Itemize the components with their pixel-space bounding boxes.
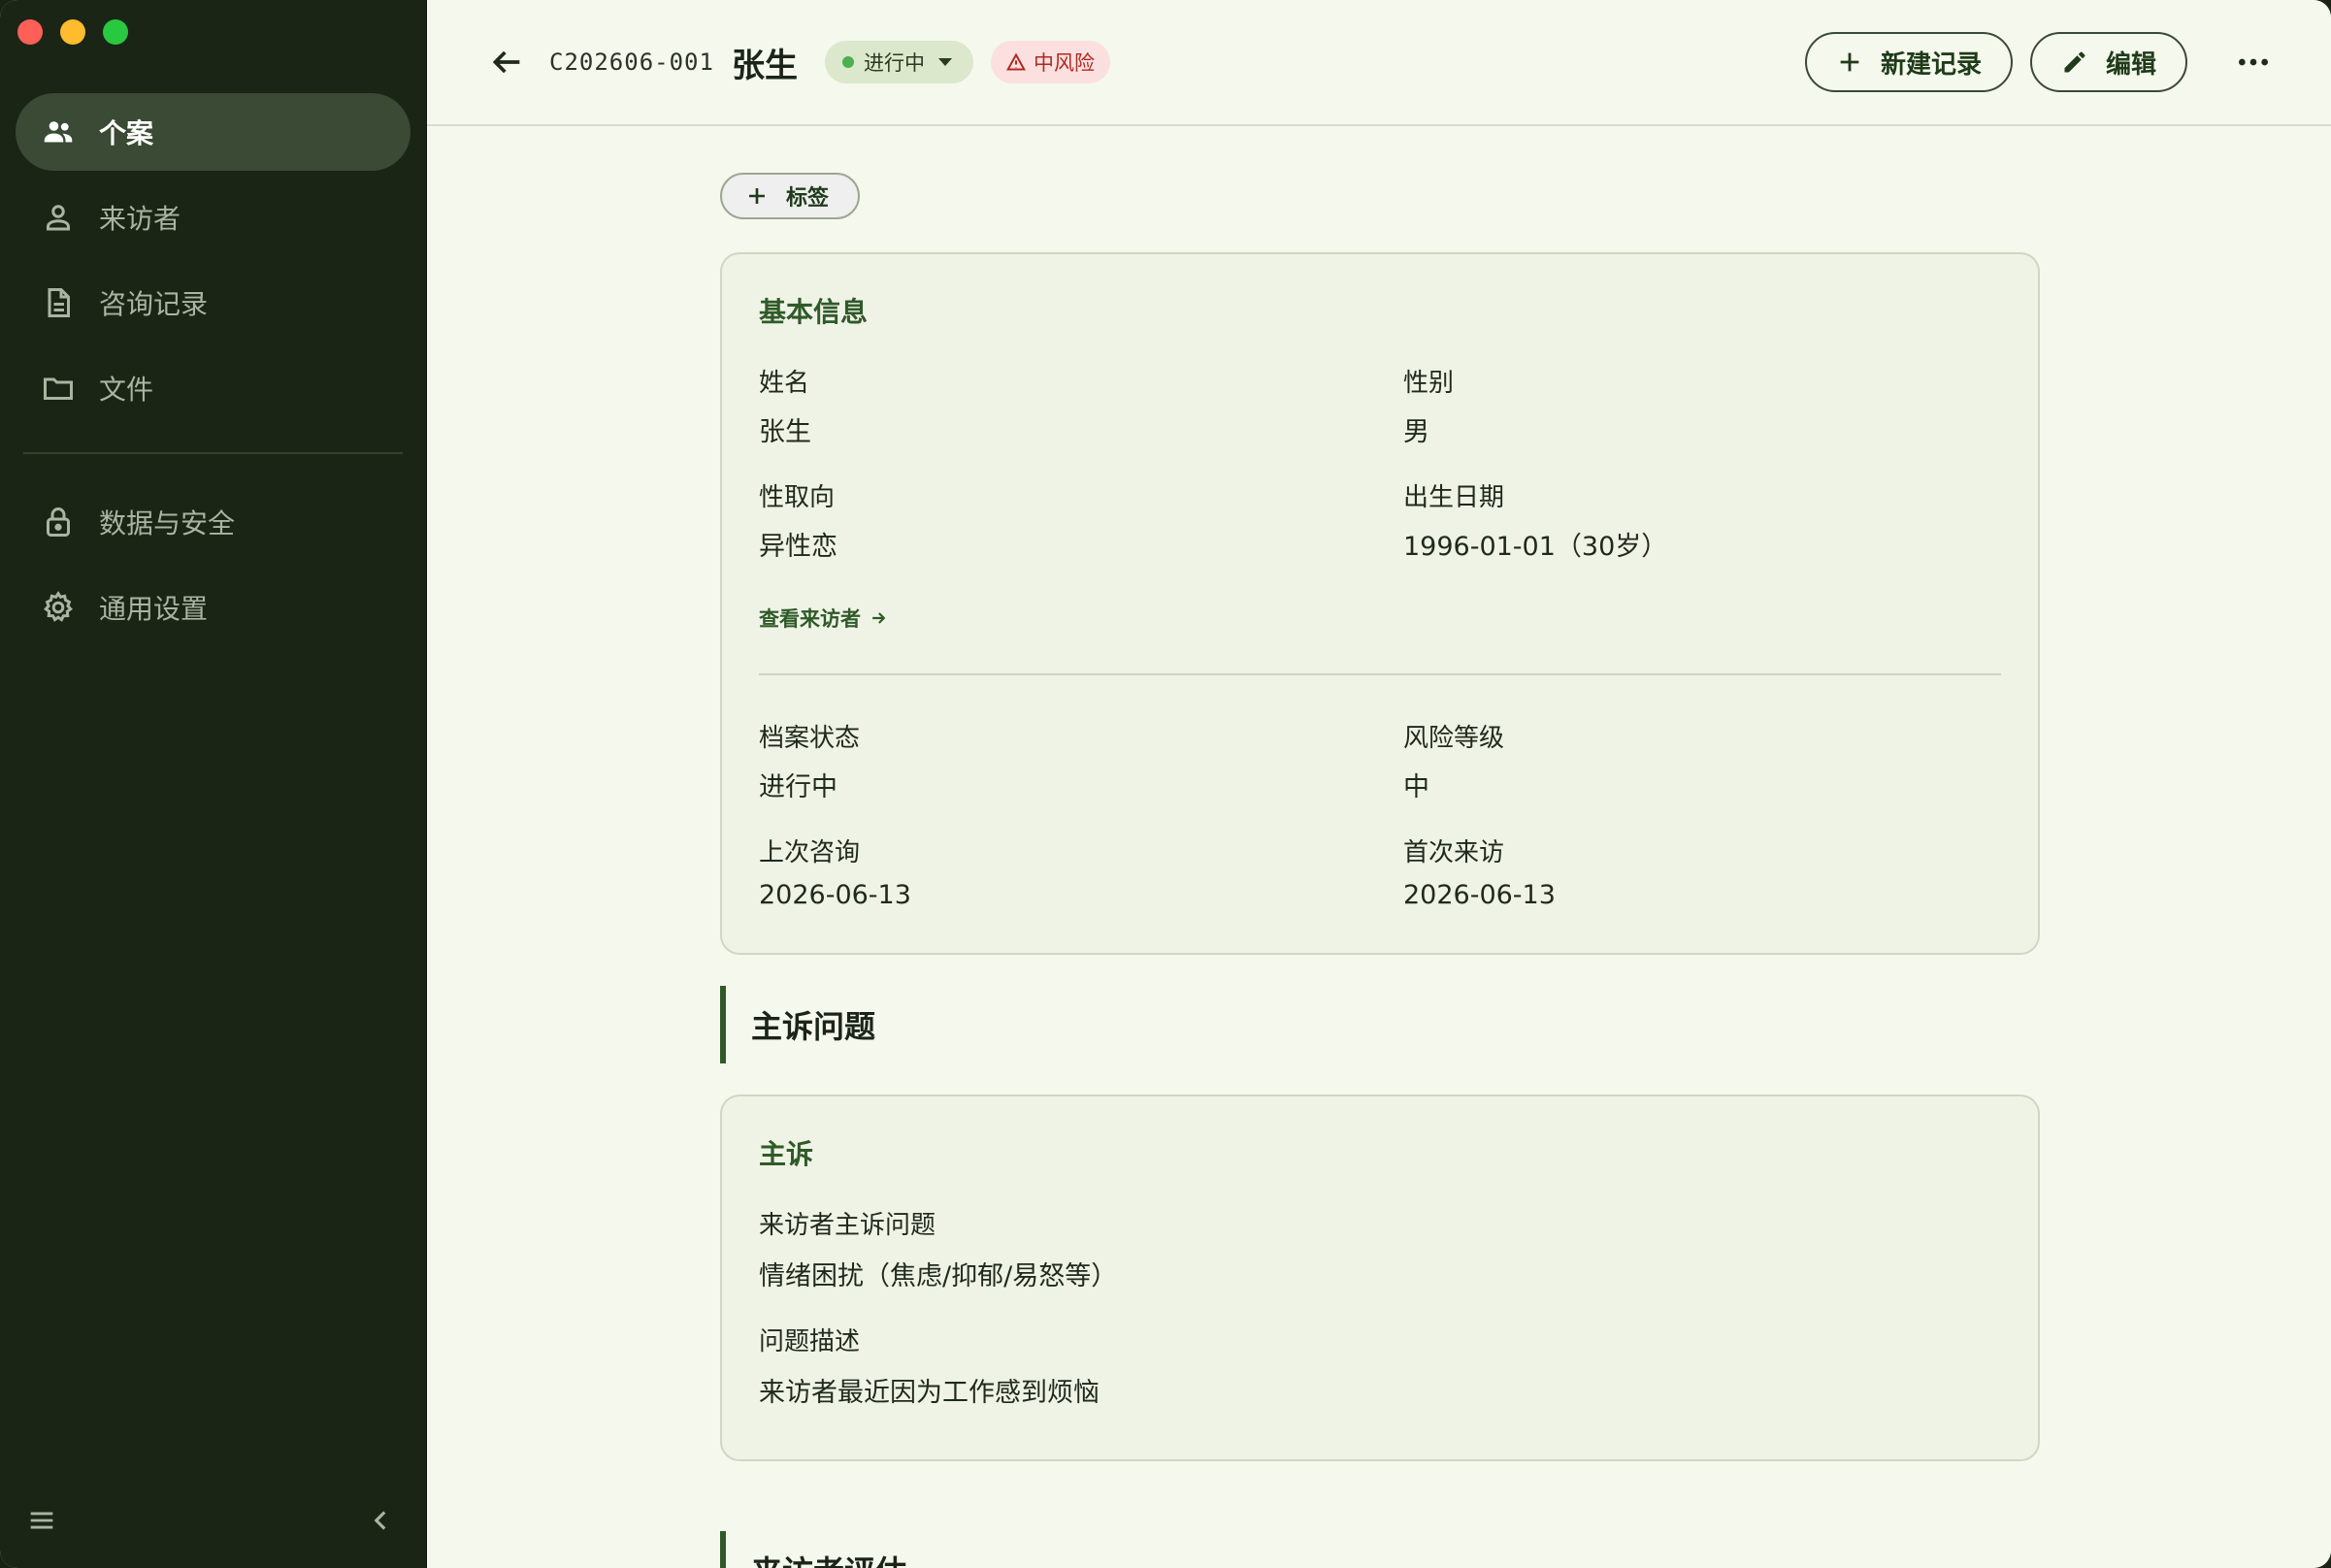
field-value: 张生 bbox=[759, 417, 811, 447]
sidebar-footer bbox=[25, 1504, 397, 1541]
gear-icon bbox=[39, 588, 78, 627]
basic-info-grid: 姓名 张生 性别 男 性取向 异性恋 出生日期 1996-01-01（30岁） bbox=[759, 363, 2001, 563]
edit-label: 编辑 bbox=[2105, 49, 2156, 79]
sidebar-item-cases[interactable]: 个案 bbox=[16, 93, 410, 171]
field-label: 性取向 bbox=[759, 483, 836, 512]
case-id: C202606-001 bbox=[549, 49, 714, 76]
field-label: 上次咨询 bbox=[759, 838, 861, 867]
field-label: 风险等级 bbox=[1403, 724, 1505, 753]
risk-badge: 中风险 bbox=[990, 41, 1110, 83]
field-value: 男 bbox=[1403, 417, 1429, 447]
case-status-grid: 档案状态 进行中 风险等级 中 上次咨询 2026-06-13 首次来访 202… bbox=[759, 718, 2001, 910]
sidebar-item-label: 个案 bbox=[99, 117, 154, 149]
sidebar-item-label: 咨询记录 bbox=[99, 288, 209, 320]
card-divider bbox=[759, 673, 2001, 675]
field-gender: 性别 男 bbox=[1403, 363, 2001, 448]
sidebar-item-visitors[interactable]: 来访者 bbox=[16, 179, 410, 256]
person-icon bbox=[39, 198, 78, 237]
risk-label: 中风险 bbox=[1033, 51, 1095, 75]
warning-icon bbox=[1005, 52, 1026, 71]
section-complaint-heading: 主诉问题 bbox=[720, 986, 2040, 1063]
main-area: C202606-001 张生 进行中 中风险 新建记录 编辑 标签 基本信息 姓… bbox=[427, 0, 2331, 1568]
field-value: 1996-01-01（30岁） bbox=[1403, 532, 1668, 562]
field-problem-description: 问题描述 来访者最近因为工作感到烦恼 bbox=[759, 1322, 2001, 1409]
add-tag-button[interactable]: 标签 bbox=[720, 173, 860, 219]
plus-icon bbox=[749, 188, 765, 204]
field-label: 性别 bbox=[1403, 369, 1455, 398]
menu-icon[interactable] bbox=[25, 1504, 58, 1541]
section-assessment-heading: 来访者评估 bbox=[720, 1531, 2040, 1568]
field-risk-level: 风险等级 中 bbox=[1403, 718, 2001, 803]
plus-icon bbox=[1840, 52, 1859, 72]
field-value: 异性恋 bbox=[759, 532, 837, 562]
content-column: 标签 基本信息 姓名 张生 性别 男 性取向 异性恋 出生日期 1996-01-… bbox=[720, 128, 2040, 1568]
field-last-session: 上次咨询 2026-06-13 bbox=[759, 833, 1403, 910]
sidebar-item-label: 数据与安全 bbox=[99, 507, 236, 539]
window-controls bbox=[17, 19, 128, 45]
new-record-label: 新建记录 bbox=[1880, 49, 1982, 79]
sidebar-item-files[interactable]: 文件 bbox=[16, 349, 410, 427]
arrow-right-icon bbox=[872, 612, 886, 624]
add-tag-label: 标签 bbox=[786, 185, 830, 210]
view-visitor-label: 查看来访者 bbox=[759, 607, 861, 631]
field-value: 中 bbox=[1403, 772, 1429, 802]
sidebar-nav: 个案 来访者 咨询记录 文件 数据与安全 通用设置 bbox=[16, 93, 410, 654]
collapse-sidebar-icon[interactable] bbox=[364, 1504, 397, 1541]
minimize-window-button[interactable] bbox=[60, 19, 85, 45]
new-record-button[interactable]: 新建记录 bbox=[1804, 32, 2013, 92]
case-name: 张生 bbox=[731, 46, 798, 85]
sidebar-item-data-security[interactable]: 数据与安全 bbox=[16, 483, 410, 561]
sidebar-item-label: 来访者 bbox=[99, 203, 181, 235]
field-value: 来访者最近因为工作感到烦恼 bbox=[759, 1378, 1100, 1408]
status-dot-icon bbox=[841, 56, 854, 68]
field-value: 2026-06-13 bbox=[759, 880, 911, 910]
header-actions: 新建记录 编辑 bbox=[1804, 32, 2282, 92]
field-orientation: 性取向 异性恋 bbox=[759, 477, 1403, 563]
basic-info-title: 基本信息 bbox=[759, 296, 869, 328]
status-dropdown[interactable]: 进行中 bbox=[824, 41, 973, 83]
field-value: 情绪困扰（焦虑/抑郁/易怒等） bbox=[759, 1261, 1118, 1291]
status-label: 进行中 bbox=[863, 51, 925, 75]
case-content: 标签 基本信息 姓名 张生 性别 男 性取向 异性恋 出生日期 1996-01-… bbox=[427, 128, 2331, 1568]
document-icon bbox=[39, 283, 78, 322]
field-chief-complaint: 来访者主诉问题 情绪困扰（焦虑/抑郁/易怒等） bbox=[759, 1205, 2001, 1292]
close-window-button[interactable] bbox=[17, 19, 43, 45]
field-label: 来访者主诉问题 bbox=[759, 1211, 936, 1240]
sidebar-item-label: 通用设置 bbox=[99, 593, 209, 625]
field-label: 姓名 bbox=[759, 369, 810, 398]
edit-button[interactable]: 编辑 bbox=[2029, 32, 2187, 92]
people-icon bbox=[39, 113, 78, 151]
basic-info-card: 基本信息 姓名 张生 性别 男 性取向 异性恋 出生日期 1996-01-01（… bbox=[720, 252, 2040, 955]
more-options-icon[interactable] bbox=[2224, 33, 2282, 91]
chevron-down-icon bbox=[937, 58, 952, 66]
pencil-icon bbox=[2064, 51, 2085, 73]
complaint-card: 主诉 来访者主诉问题 情绪困扰（焦虑/抑郁/易怒等） 问题描述 来访者最近因为工… bbox=[720, 1094, 2040, 1461]
field-label: 问题描述 bbox=[759, 1327, 861, 1356]
sidebar-item-records[interactable]: 咨询记录 bbox=[16, 264, 410, 342]
lock-icon bbox=[39, 503, 78, 541]
field-value: 2026-06-13 bbox=[1403, 880, 1556, 910]
field-value: 进行中 bbox=[759, 772, 837, 802]
field-first-visit: 首次来访 2026-06-13 bbox=[1403, 833, 2001, 910]
view-visitor-link[interactable]: 查看来访者 bbox=[759, 604, 888, 633]
back-arrow-icon[interactable] bbox=[485, 41, 528, 83]
field-birthdate: 出生日期 1996-01-01（30岁） bbox=[1403, 477, 2001, 563]
sidebar-divider bbox=[23, 452, 403, 454]
case-header: C202606-001 张生 进行中 中风险 新建记录 编辑 bbox=[427, 0, 2331, 126]
sidebar-item-settings[interactable]: 通用设置 bbox=[16, 569, 410, 646]
field-label: 出生日期 bbox=[1403, 483, 1505, 512]
app-window: 个案 来访者 咨询记录 文件 数据与安全 通用设置 C202606-001 张生… bbox=[0, 0, 2331, 1568]
complaint-title: 主诉 bbox=[759, 1138, 814, 1170]
zoom-window-button[interactable] bbox=[103, 19, 128, 45]
field-label: 首次来访 bbox=[1403, 838, 1505, 867]
folder-icon bbox=[39, 369, 78, 408]
sidebar-item-label: 文件 bbox=[99, 374, 154, 406]
field-archive-status: 档案状态 进行中 bbox=[759, 718, 1403, 803]
field-name: 姓名 张生 bbox=[759, 363, 1403, 448]
sidebar: 个案 来访者 咨询记录 文件 数据与安全 通用设置 bbox=[0, 0, 427, 1568]
field-label: 档案状态 bbox=[759, 724, 861, 753]
